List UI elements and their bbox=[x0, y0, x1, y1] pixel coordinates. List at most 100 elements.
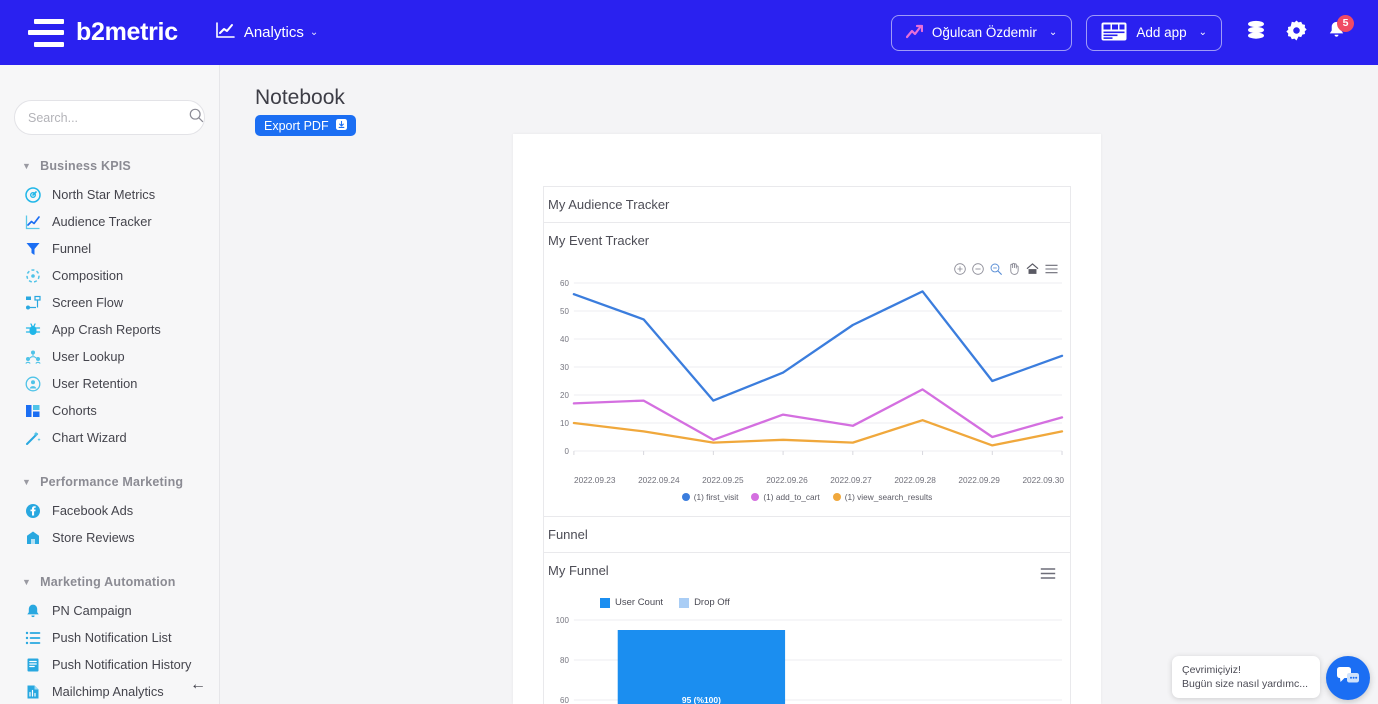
sidebar-item-user-lookup[interactable]: User Lookup bbox=[0, 343, 219, 370]
sidebar-section-label: Performance Marketing bbox=[40, 475, 184, 489]
sidebar-item-label: PN Campaign bbox=[52, 603, 132, 618]
funnel-chart-legend: User Count Drop Off bbox=[544, 588, 1070, 610]
sidebar-item-label: Push Notification List bbox=[52, 630, 172, 645]
cell-title: My Audience Tracker bbox=[548, 197, 670, 212]
bug-icon bbox=[24, 321, 41, 338]
download-icon bbox=[335, 118, 347, 133]
sidebar-section-label: Marketing Automation bbox=[40, 575, 176, 589]
sidebar: ▼ Business KPIS North Star Metrics Audie… bbox=[0, 65, 220, 704]
x-axis-tick-label: 2022.09.26 bbox=[766, 475, 808, 485]
sidebar-item-audience-tracker[interactable]: Audience Tracker bbox=[0, 208, 219, 235]
sidebar-item-screen-flow[interactable]: Screen Flow bbox=[0, 289, 219, 316]
sidebar-section-performance-marketing[interactable]: ▼ Performance Marketing bbox=[22, 475, 219, 489]
funnel-menu-button[interactable] bbox=[1040, 567, 1056, 585]
cell-title: Funnel bbox=[548, 527, 588, 542]
brand-logo[interactable]: b2metric bbox=[28, 18, 178, 47]
notifications-button[interactable]: 5 bbox=[1316, 13, 1356, 53]
users-icon bbox=[24, 348, 41, 365]
legend-item[interactable]: (1) add_to_cart bbox=[751, 492, 820, 502]
svg-text:60: 60 bbox=[560, 279, 569, 288]
notebook-cell-event-tracker[interactable]: My Event Tracker 0 10 20 30 40 50 60 202… bbox=[543, 223, 1071, 517]
chat-launcher-button[interactable] bbox=[1326, 656, 1370, 700]
sidebar-item-label: Facebook Ads bbox=[52, 503, 134, 518]
sidebar-search[interactable] bbox=[14, 100, 205, 135]
notebook-cell-funnel-text[interactable]: Funnel bbox=[543, 517, 1071, 553]
export-pdf-button[interactable]: Export PDF bbox=[255, 115, 356, 136]
list-icon bbox=[24, 629, 41, 646]
svg-text:80: 80 bbox=[560, 656, 569, 665]
sidebar-item-label: Chart Wizard bbox=[52, 430, 127, 445]
menu-hamburger-icon[interactable] bbox=[1045, 263, 1058, 275]
chevron-down-icon: ▼ bbox=[22, 577, 32, 587]
bar[interactable] bbox=[617, 630, 786, 704]
selection-zoom-icon[interactable] bbox=[990, 263, 1002, 275]
main-content: Notebook Export PDF My Audience Tracker … bbox=[220, 65, 1378, 704]
sidebar-item-pn-campaign[interactable]: PN Campaign bbox=[0, 597, 219, 624]
pan-hand-icon[interactable] bbox=[1008, 262, 1020, 275]
chevron-down-icon: ⌄ bbox=[1198, 27, 1207, 38]
export-pdf-label: Export PDF bbox=[264, 118, 329, 133]
sidebar-item-label: User Lookup bbox=[52, 349, 125, 364]
sidebar-item-chart-wizard[interactable]: Chart Wizard bbox=[0, 424, 219, 451]
zoom-in-icon[interactable] bbox=[954, 262, 966, 275]
funnel-bar-chart[interactable]: 100806040 95 (%100) bbox=[544, 610, 1070, 704]
sidebar-item-composition[interactable]: Composition bbox=[0, 262, 219, 289]
line-chart-icon bbox=[24, 213, 41, 230]
user-account-pill[interactable]: Oğulcan Özdemir ⌄ bbox=[890, 14, 1073, 51]
sidebar-item-push-notification-list[interactable]: Push Notification List bbox=[0, 624, 219, 651]
sidebar-section-label: Business KPIS bbox=[40, 159, 131, 173]
sidebar-item-funnel[interactable]: Funnel bbox=[0, 235, 219, 262]
sidebar-section-business-kpis[interactable]: ▼ Business KPIS bbox=[22, 159, 219, 173]
sidebar-item-label: Push Notification History bbox=[52, 657, 192, 672]
add-app-pill[interactable]: Add app ⌄ bbox=[1086, 14, 1222, 51]
sidebar-item-cohorts[interactable]: Cohorts bbox=[0, 397, 219, 424]
chat-icon bbox=[1336, 665, 1360, 692]
legend-item[interactable]: (1) view_search_results bbox=[832, 492, 932, 502]
zoom-out-icon[interactable] bbox=[972, 262, 984, 275]
document-lines-icon bbox=[24, 656, 41, 673]
wand-sparkle-icon bbox=[24, 429, 41, 446]
sidebar-item-facebook-ads[interactable]: Facebook Ads bbox=[0, 497, 219, 524]
svg-text:95 (%100): 95 (%100) bbox=[682, 695, 721, 704]
notebook-cell-audience-tracker[interactable]: My Audience Tracker bbox=[543, 186, 1071, 223]
line-chart-toolbar bbox=[544, 258, 1070, 275]
sidebar-item-label: App Crash Reports bbox=[52, 322, 161, 337]
legend-color-dot bbox=[681, 493, 690, 501]
database-button[interactable] bbox=[1236, 13, 1276, 53]
legend-item[interactable]: (1) first_visit bbox=[681, 492, 738, 502]
nav-analytics[interactable]: Analytics ⌄ bbox=[216, 22, 318, 43]
x-axis-tick-label: 2022.09.23 bbox=[574, 475, 616, 485]
x-axis-tick-label: 2022.09.27 bbox=[830, 475, 872, 485]
brand-name: b2metric bbox=[76, 18, 178, 46]
search-input[interactable] bbox=[28, 110, 189, 125]
event-tracker-line-chart[interactable]: 0 10 20 30 40 50 60 bbox=[544, 275, 1070, 473]
svg-text:100: 100 bbox=[556, 616, 570, 625]
chat-title: Çevrimiçiyiz! bbox=[1182, 664, 1241, 676]
x-axis-tick-label: 2022.09.29 bbox=[958, 475, 1000, 485]
home-reset-icon[interactable] bbox=[1026, 262, 1039, 275]
legend-item[interactable]: User Count bbox=[600, 597, 663, 608]
sidebar-item-app-crash-reports[interactable]: App Crash Reports bbox=[0, 316, 219, 343]
sidebar-collapse-button[interactable]: ← bbox=[185, 672, 211, 698]
svg-text:0: 0 bbox=[564, 447, 569, 456]
search-icon[interactable] bbox=[189, 108, 204, 128]
sidebar-item-store-reviews[interactable]: Store Reviews bbox=[0, 524, 219, 551]
notebook-cell-my-funnel[interactable]: My Funnel User CountDrop Off 100806040 9… bbox=[543, 553, 1071, 704]
x-axis-tick-label: 2022.09.25 bbox=[702, 475, 744, 485]
chevron-down-icon: ▼ bbox=[22, 161, 32, 171]
user-name-label: Oğulcan Özdemir bbox=[931, 25, 1037, 40]
legend-color-swatch bbox=[679, 597, 690, 608]
sidebar-section-marketing-automation[interactable]: ▼ Marketing Automation bbox=[22, 575, 219, 589]
legend-label: Drop Off bbox=[694, 597, 730, 608]
sidebar-item-north-star-metrics[interactable]: North Star Metrics bbox=[0, 181, 219, 208]
legend-item[interactable]: Drop Off bbox=[679, 597, 730, 608]
trend-up-icon bbox=[905, 24, 923, 42]
cohorts-grid-icon bbox=[24, 402, 41, 419]
facebook-icon bbox=[24, 502, 41, 519]
svg-text:10: 10 bbox=[560, 419, 569, 428]
settings-button[interactable] bbox=[1276, 13, 1316, 53]
legend-color-dot bbox=[832, 493, 841, 501]
sidebar-item-user-retention[interactable]: User Retention bbox=[0, 370, 219, 397]
chat-greeting-bubble[interactable]: Çevrimiçiyiz! Bugün size nasıl yardımc..… bbox=[1172, 656, 1320, 698]
sidebar-item-label: Audience Tracker bbox=[52, 214, 152, 229]
